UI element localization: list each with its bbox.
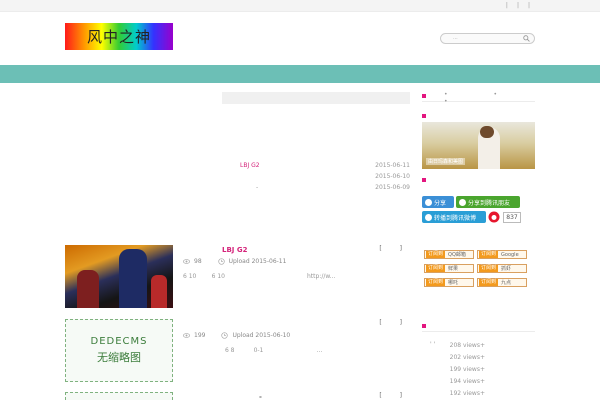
share-tencent-weibo-button[interactable]: 转播到腾讯微博 [422, 211, 486, 223]
post-views: 199 [194, 332, 206, 339]
top-links: | | | [506, 2, 530, 9]
subscribe-name: Google [501, 251, 519, 258]
latest-title[interactable]: - [256, 184, 258, 191]
post-title[interactable]: - [259, 393, 262, 400]
hot-post-views[interactable]: 192 views+ [430, 390, 485, 399]
post-thumbnail[interactable] [65, 245, 173, 308]
eye-icon [183, 259, 190, 264]
subscribe-zhuaxia-button[interactable]: 订阅到 抓虾 [477, 264, 527, 273]
subscribe-name: QQ邮箱 [448, 252, 466, 258]
share-tencent-weibo-label: 转播到腾讯微博 [434, 214, 477, 222]
subscribe-name: 鲜果 [448, 266, 459, 272]
site-logo[interactable]: 风中之神 [65, 23, 173, 50]
subscribe-tag: 订阅到 [426, 265, 446, 272]
clock-icon [221, 332, 229, 339]
post-upload-date: Upload 2015-06-11 [228, 258, 287, 265]
logo-text: 风中之神 [86, 28, 151, 46]
latest-item[interactable]: 2015-06-10 [180, 173, 410, 182]
no-thumb-line2: 无缩略图 [97, 351, 141, 364]
sina-weibo-icon[interactable] [488, 211, 500, 223]
share-button[interactable]: 分享 [422, 196, 454, 208]
top-link-1[interactable]: | [506, 2, 508, 9]
subscribe-tag: 订阅到 [426, 279, 446, 286]
subscribe-tag: 订阅到 [479, 279, 499, 286]
post-card: - [ ] [65, 392, 410, 400]
subscribe-tag: 订阅到 [426, 251, 446, 258]
share-qq-friends-label: 分享到腾讯朋友 [468, 199, 511, 207]
qq-friends-icon [459, 198, 466, 206]
latest-date: 2015-06-11 [375, 162, 410, 169]
post-excerpt: 6 8 0-1 ... [183, 347, 323, 354]
post-title[interactable]: LBJ G2 [222, 246, 247, 254]
post-excerpt: 6 10 6 10 http://w... [183, 273, 336, 280]
sidebar-widget-header: • • • [422, 91, 535, 105]
top-bar: | | | [0, 0, 600, 12]
eye-icon [183, 333, 190, 338]
latest-item[interactable]: LBJ G2 2015-06-11 [180, 162, 410, 171]
clock-icon [217, 258, 225, 265]
subscribe-tag: 订阅到 [479, 251, 499, 258]
post-card: DEDECMS 无缩略图 [ ] 199 Upload 2015-06-10 6… [65, 319, 410, 383]
image-caption: 由日玛森和美图 [426, 158, 466, 165]
share-qq-friends-button[interactable]: 分享到腾讯朋友 [456, 196, 520, 208]
sidebar-featured-image[interactable]: 由日玛森和美图 [422, 122, 535, 169]
share-button-label: 分享 [434, 199, 447, 207]
sidebar-widget-header [422, 176, 535, 186]
sidebar-widget-header [422, 322, 535, 332]
main-navbar [0, 65, 600, 83]
search-box[interactable]: ... [440, 33, 535, 44]
post-meta: 199 Upload 2015-06-10 [183, 332, 290, 339]
subscribe-name: 抓虾 [501, 266, 512, 272]
subscribe-nazha-button[interactable]: 订阅到 哪吒 [424, 278, 474, 287]
widget-header-dots: • • • [444, 91, 519, 105]
search-input[interactable]: ... [453, 35, 458, 41]
sidebar-widget-header [422, 112, 535, 122]
post-meta: 98 Upload 2015-06-11 [183, 258, 286, 265]
hot-post-views[interactable]: 194 views+ [430, 378, 485, 387]
subscribe-tag: 订阅到 [479, 265, 499, 272]
share-icon [425, 198, 432, 206]
top-link-3[interactable]: | [528, 2, 530, 9]
hot-post-views[interactable]: 202 views+ [430, 354, 485, 363]
subscribe-name: 九点 [501, 280, 512, 286]
hot-post-views[interactable]: 199 views+ [430, 366, 485, 375]
post-brackets: [ ] [379, 245, 410, 252]
post-thumbnail[interactable] [65, 392, 173, 400]
subscribe-jiudian-button[interactable]: 订阅到 九点 [477, 278, 527, 287]
top-link-2[interactable]: | [517, 2, 519, 9]
post-thumbnail[interactable]: DEDECMS 无缩略图 [65, 319, 173, 382]
post-brackets: [ ] [379, 319, 410, 326]
post-upload-date: Upload 2015-06-10 [232, 332, 291, 339]
post-views: 98 [194, 258, 202, 265]
subscribe-google-button[interactable]: 订阅到 Google [477, 250, 527, 259]
latest-header-strip [222, 92, 410, 104]
latest-item[interactable]: - 2015-06-09 [180, 184, 410, 193]
subscribe-qqmail-button[interactable]: 订阅到 QQ邮箱 [424, 250, 474, 259]
subscribe-name: 哪吒 [448, 280, 459, 286]
post-brackets: [ ] [379, 392, 410, 399]
latest-date: 2015-06-09 [375, 184, 410, 191]
latest-title[interactable]: LBJ G2 [240, 162, 260, 169]
subscribe-xianguo-button[interactable]: 订阅到 鲜果 [424, 264, 474, 273]
hot-post-views[interactable]: 208 views+ [430, 342, 485, 351]
tencent-weibo-icon [425, 213, 432, 221]
search-icon[interactable] [523, 35, 530, 42]
share-count[interactable]: 837 [503, 212, 521, 223]
latest-date: 2015-06-10 [375, 173, 410, 180]
no-thumb-line1: DEDECMS [90, 336, 148, 347]
post-card: LBJ G2 [ ] 98 Upload 2015-06-11 6 10 6 1… [65, 245, 410, 309]
